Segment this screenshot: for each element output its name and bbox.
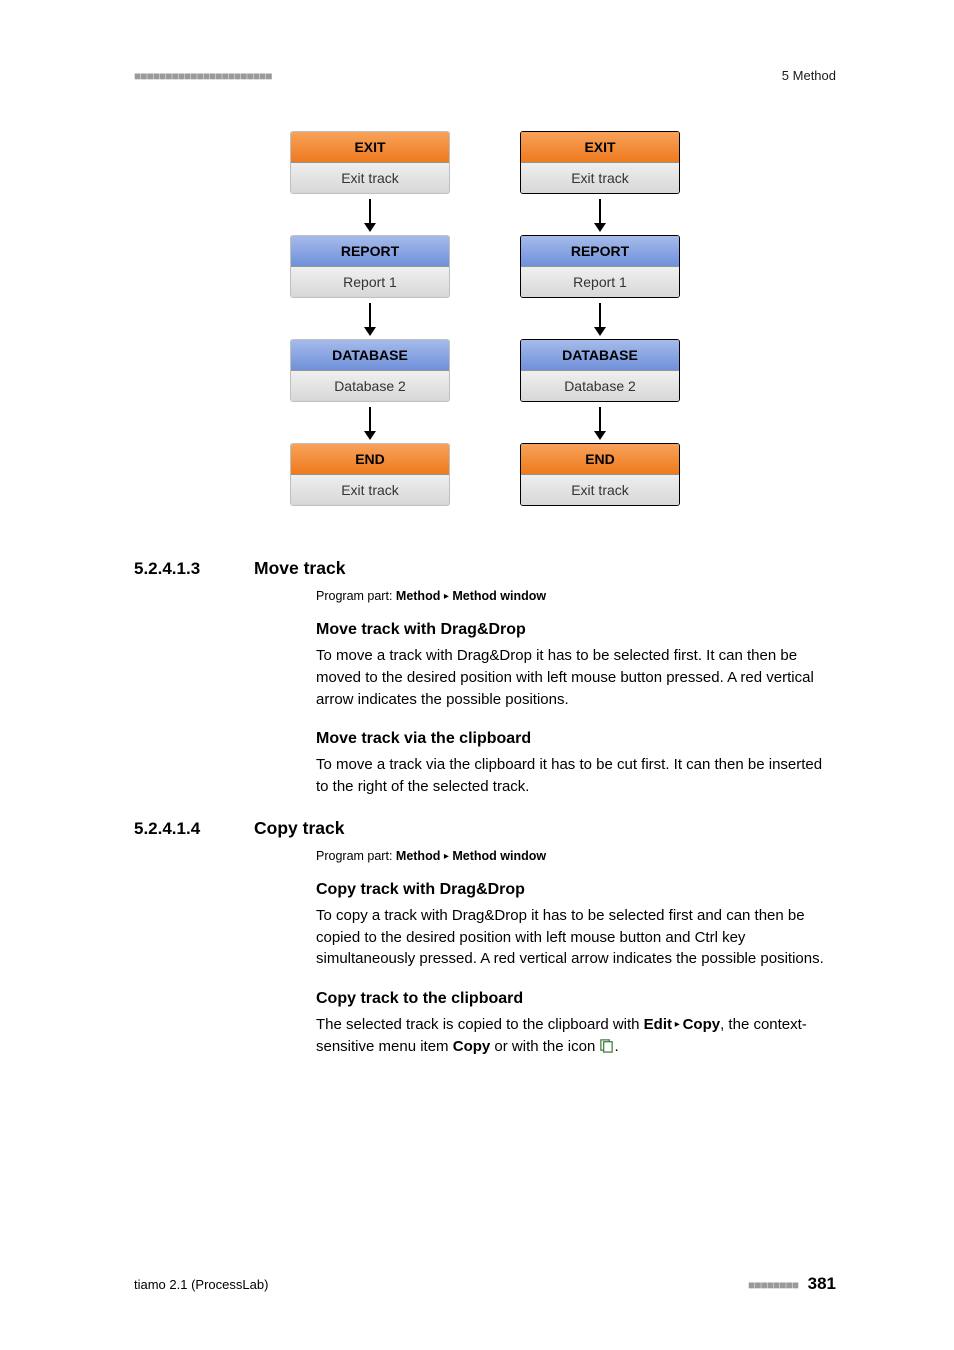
text: The selected track is copied to the clip… bbox=[316, 1016, 644, 1033]
header-breadcrumb: 5 Method bbox=[782, 68, 836, 83]
copy-menu-label: Copy bbox=[683, 1016, 721, 1033]
paragraph: To move a track via the clipboard it has… bbox=[316, 754, 836, 798]
arrow-down-icon bbox=[594, 407, 606, 440]
footer-dots: ■■■■■■■■ bbox=[748, 1278, 798, 1292]
subheading: Copy track to the clipboard bbox=[316, 990, 836, 1008]
node-head: DATABASE bbox=[291, 340, 449, 371]
node-report: REPORT Report 1 bbox=[520, 235, 680, 298]
program-part-path: Program part: Method ▸ Method window bbox=[316, 849, 836, 863]
node-body: Exit track bbox=[521, 163, 679, 193]
section-number: 5.2.4.1.3 bbox=[134, 559, 254, 579]
page-number: 381 bbox=[808, 1274, 836, 1293]
copy-context-label: Copy bbox=[453, 1038, 491, 1055]
arrow-down-icon bbox=[594, 199, 606, 232]
section-number: 5.2.4.1.4 bbox=[134, 819, 254, 839]
copy-icon bbox=[599, 1038, 614, 1053]
arrow-down-icon bbox=[364, 303, 376, 336]
node-head: DATABASE bbox=[521, 340, 679, 371]
arrow-down-icon bbox=[364, 407, 376, 440]
section-heading: 5.2.4.1.3 Move track bbox=[134, 558, 836, 579]
arrow-down-icon bbox=[594, 303, 606, 336]
program-part-method: Method bbox=[396, 849, 440, 863]
node-head: EXIT bbox=[521, 132, 679, 163]
program-part-label: Program part: bbox=[316, 589, 392, 603]
node-body: Database 2 bbox=[291, 371, 449, 401]
node-head: REPORT bbox=[291, 236, 449, 267]
node-exit: EXIT Exit track bbox=[290, 131, 450, 194]
flowchart-diagram: EXIT Exit track REPORT Report 1 DATABASE… bbox=[134, 127, 836, 510]
node-head: REPORT bbox=[521, 236, 679, 267]
flow-col-left: EXIT Exit track REPORT Report 1 DATABASE… bbox=[290, 131, 450, 506]
node-head: END bbox=[291, 444, 449, 475]
section-title: Copy track bbox=[254, 818, 344, 839]
node-body: Database 2 bbox=[521, 371, 679, 401]
node-head: END bbox=[521, 444, 679, 475]
node-body: Report 1 bbox=[291, 267, 449, 297]
node-body: Exit track bbox=[291, 163, 449, 193]
program-part-method: Method bbox=[396, 589, 440, 603]
section-heading: 5.2.4.1.4 Copy track bbox=[134, 818, 836, 839]
program-part-window: Method window bbox=[452, 849, 546, 863]
node-end: END Exit track bbox=[520, 443, 680, 506]
text: or with the icon bbox=[490, 1038, 599, 1055]
program-part-label: Program part: bbox=[316, 849, 392, 863]
node-database: DATABASE Database 2 bbox=[520, 339, 680, 402]
node-body: Report 1 bbox=[521, 267, 679, 297]
flow-col-right: EXIT Exit track REPORT Report 1 DATABASE… bbox=[520, 131, 680, 506]
footer-page: ■■■■■■■■ 381 bbox=[748, 1274, 836, 1294]
header-dots: ■■■■■■■■■■■■■■■■■■■■■■ bbox=[134, 69, 271, 83]
program-part-window: Method window bbox=[452, 589, 546, 603]
subheading: Move track via the clipboard bbox=[316, 730, 836, 748]
edit-menu-label: Edit bbox=[644, 1016, 672, 1033]
node-body: Exit track bbox=[291, 475, 449, 505]
paragraph: To move a track with Drag&Drop it has to… bbox=[316, 645, 836, 710]
breadcrumb-separator-icon: ▸ bbox=[444, 851, 449, 862]
node-report: REPORT Report 1 bbox=[290, 235, 450, 298]
node-exit: EXIT Exit track bbox=[520, 131, 680, 194]
arrow-down-icon bbox=[364, 199, 376, 232]
breadcrumb-separator-icon: ▸ bbox=[444, 591, 449, 602]
subheading: Copy track with Drag&Drop bbox=[316, 881, 836, 899]
subheading: Move track with Drag&Drop bbox=[316, 621, 836, 639]
text: . bbox=[614, 1038, 618, 1055]
paragraph: To copy a track with Drag&Drop it has to… bbox=[316, 905, 836, 970]
program-part-path: Program part: Method ▸ Method window bbox=[316, 589, 836, 603]
paragraph: The selected track is copied to the clip… bbox=[316, 1014, 836, 1058]
node-database: DATABASE Database 2 bbox=[290, 339, 450, 402]
breadcrumb-separator-icon: ▸ bbox=[672, 1019, 683, 1030]
node-end: END Exit track bbox=[290, 443, 450, 506]
footer-product: tiamo 2.1 (ProcessLab) bbox=[134, 1277, 268, 1292]
section-title: Move track bbox=[254, 558, 345, 579]
node-body: Exit track bbox=[521, 475, 679, 505]
node-head: EXIT bbox=[291, 132, 449, 163]
